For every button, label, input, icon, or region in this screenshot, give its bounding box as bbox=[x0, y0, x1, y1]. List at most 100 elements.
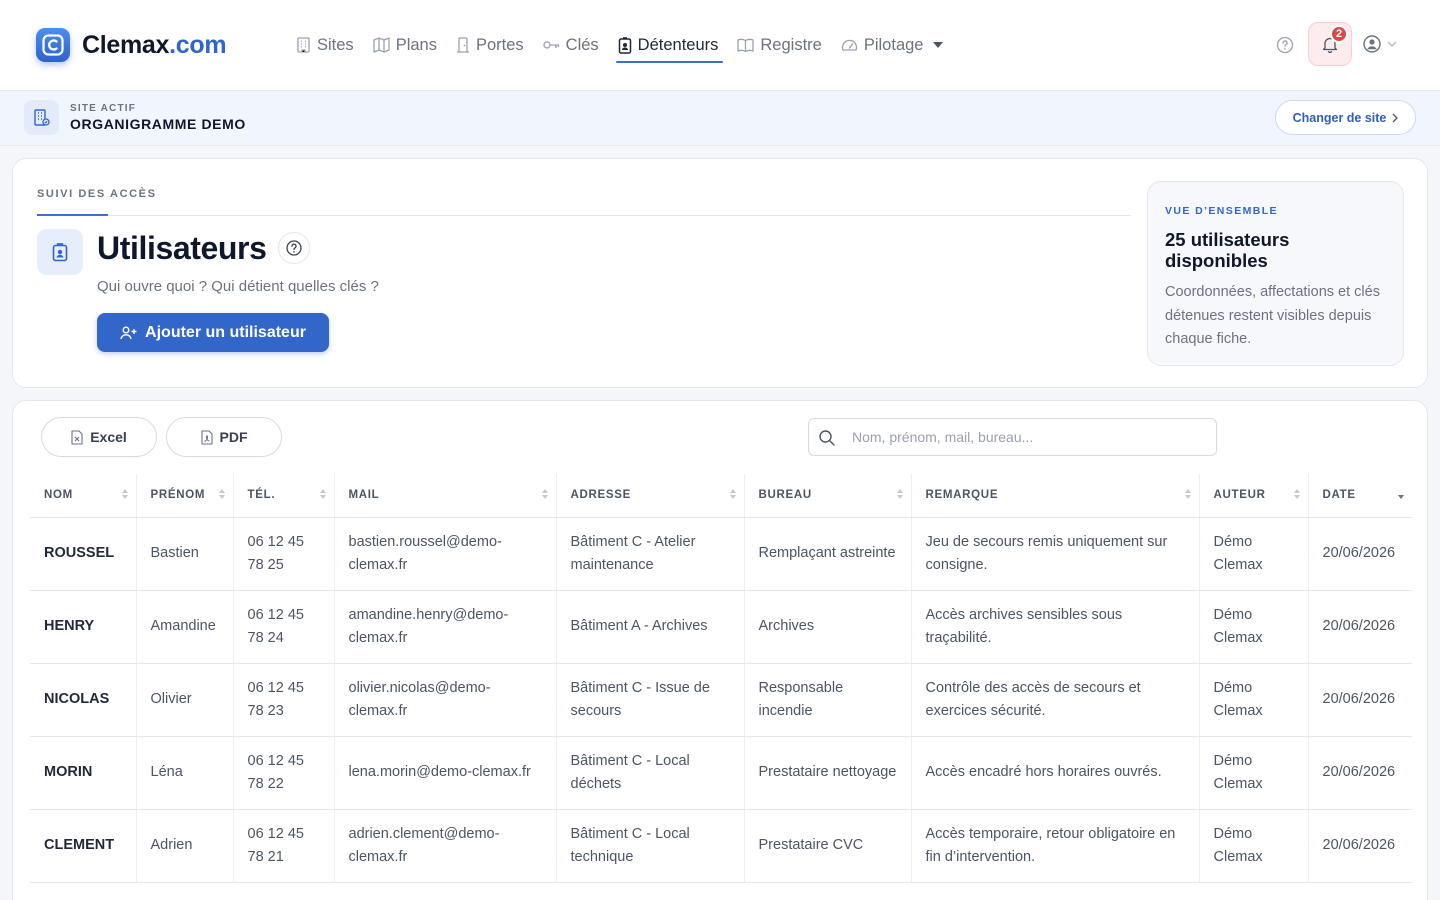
building-icon bbox=[297, 37, 310, 53]
cell-nom: NICOLAS bbox=[30, 663, 136, 737]
col-header-date[interactable]: DATE bbox=[1307, 474, 1412, 518]
site-building-icon bbox=[24, 100, 59, 135]
table-row[interactable]: ROUSSEL Bastien 06 12 45 78 25 bastien.r… bbox=[30, 517, 1412, 591]
overview-title: 25 utilisateurs disponibles bbox=[1165, 229, 1290, 271]
chevron-right-icon bbox=[1392, 113, 1399, 122]
col-header-auteur[interactable]: AUTEUR bbox=[1198, 474, 1308, 518]
cell-bureau: Prestataire nettoyage bbox=[743, 736, 911, 810]
cell-remarque: Jeu de secours remis uniquement sur cons… bbox=[910, 517, 1199, 591]
cell-nom: HENRY bbox=[30, 590, 136, 664]
overview-kicker: VUE D’ENSEMBLE bbox=[1165, 205, 1278, 217]
gauge-icon bbox=[841, 39, 857, 51]
user-menu-button[interactable] bbox=[1362, 34, 1397, 54]
active-site-bar: SITE ACTIF ORGANIGRAMME DEMO Changer de … bbox=[0, 91, 1440, 146]
door-icon bbox=[456, 37, 469, 53]
clemax-logo-icon bbox=[36, 28, 70, 62]
cell-nom: MORIN bbox=[30, 736, 136, 810]
col-header-mail[interactable]: MAIL bbox=[333, 474, 556, 518]
cell-remarque: Contrôle des accès de secours et exercic… bbox=[910, 663, 1199, 737]
cell-bureau: Responsable incendie bbox=[743, 663, 911, 737]
cell-adresse: Bâtiment C - Issue de secours bbox=[555, 663, 744, 737]
cell-adresse: Bâtiment C - Atelier maintenance bbox=[555, 517, 744, 591]
cell-tel: 06 12 45 78 24 bbox=[232, 590, 334, 664]
cell-prenom: Olivier bbox=[135, 663, 233, 737]
cell-remarque: Accès encadré hors horaires ouvrés. bbox=[910, 736, 1199, 810]
users-table: NOM PRÉNOM TÉL. MAIL ADRESSE BUREAU REMA… bbox=[30, 474, 1412, 883]
nav-registre[interactable]: Registre bbox=[737, 33, 822, 57]
add-user-button[interactable]: Ajouter un utilisateur bbox=[97, 313, 329, 352]
sort-icon bbox=[1293, 489, 1300, 501]
cell-remarque: Accès archives sensibles sous traçabilit… bbox=[910, 590, 1199, 664]
table-row[interactable]: MORIN Léna 06 12 45 78 22 lena.morin@dem… bbox=[30, 736, 1412, 810]
table-row[interactable]: CLEMENT Adrien 06 12 45 78 21 adrien.cle… bbox=[30, 809, 1412, 883]
excel-file-icon bbox=[71, 429, 83, 445]
badge-icon bbox=[618, 36, 631, 54]
users-badge-icon bbox=[37, 229, 83, 275]
col-header-nom[interactable]: NOM bbox=[30, 474, 136, 518]
brand-logo[interactable]: Clemax.com bbox=[36, 28, 227, 62]
search-input[interactable] bbox=[852, 419, 1207, 455]
nav-plans[interactable]: Plans bbox=[373, 33, 437, 57]
pdf-file-icon bbox=[200, 429, 213, 445]
cell-date: 20/06/2026 bbox=[1307, 590, 1412, 664]
cell-tel: 06 12 45 78 22 bbox=[232, 736, 334, 810]
user-plus-icon bbox=[120, 326, 137, 339]
cell-mail: olivier.nicolas@demo-clemax.fr bbox=[333, 663, 556, 737]
cell-prenom: Bastien bbox=[135, 517, 233, 591]
cell-date: 20/06/2026 bbox=[1307, 517, 1412, 591]
cell-mail: adrien.clement@demo-clemax.fr bbox=[333, 809, 556, 883]
col-header-tel[interactable]: TÉL. bbox=[232, 474, 334, 518]
kicker-divider bbox=[37, 214, 1131, 216]
sort-icon bbox=[729, 489, 736, 501]
page-subtitle: Qui ouvre quoi ? Qui détient quelles clé… bbox=[97, 278, 379, 295]
cell-mail: amandine.henry@demo-clemax.fr bbox=[333, 590, 556, 664]
cell-prenom: Adrien bbox=[135, 809, 233, 883]
cell-bureau: Remplaçant astreinte bbox=[743, 517, 911, 591]
map-icon bbox=[373, 37, 390, 53]
cell-auteur: Démo Clemax bbox=[1198, 809, 1308, 883]
change-site-button[interactable]: Changer de site bbox=[1275, 100, 1416, 135]
nav-cles[interactable]: Clés bbox=[543, 33, 599, 57]
export-excel-button[interactable]: Excel bbox=[41, 417, 157, 457]
sort-icon bbox=[896, 489, 903, 501]
col-header-bureau[interactable]: BUREAU bbox=[743, 474, 911, 518]
cell-prenom: Amandine bbox=[135, 590, 233, 664]
col-header-adresse[interactable]: ADRESSE bbox=[555, 474, 744, 518]
search-box bbox=[808, 418, 1217, 456]
brand-name: Clemax.com bbox=[82, 30, 227, 59]
sort-icon bbox=[121, 489, 128, 501]
table-header-row: NOM PRÉNOM TÉL. MAIL ADRESSE BUREAU REMA… bbox=[30, 474, 1412, 518]
col-header-remarque[interactable]: REMARQUE bbox=[910, 474, 1199, 518]
cell-date: 20/06/2026 bbox=[1307, 809, 1412, 883]
cell-adresse: Bâtiment C - Local déchets bbox=[555, 736, 744, 810]
nav-detenteurs[interactable]: Détenteurs bbox=[615, 33, 724, 63]
cell-bureau: Prestataire CVC bbox=[743, 809, 911, 883]
table-row[interactable]: NICOLAS Olivier 06 12 45 78 23 olivier.n… bbox=[30, 663, 1412, 737]
cell-tel: 06 12 45 78 21 bbox=[232, 809, 334, 883]
active-site-label: SITE ACTIF bbox=[70, 103, 137, 114]
nav-pilotage[interactable]: Pilotage bbox=[841, 33, 950, 57]
users-table-card: Excel PDF NOM PRÉNOM TÉL. MAIL ADRESSE B… bbox=[12, 400, 1428, 900]
page-header-card: SUIVI DES ACCÈS Utilisateurs Qui ouvre q… bbox=[12, 158, 1428, 388]
overview-panel: VUE D’ENSEMBLE 25 utilisateurs disponibl… bbox=[1147, 181, 1404, 366]
col-header-prenom[interactable]: PRÉNOM bbox=[135, 474, 233, 518]
sort-desc-icon bbox=[1398, 489, 1404, 501]
question-circle-icon bbox=[1276, 36, 1294, 54]
page-title: Utilisateurs bbox=[97, 230, 267, 266]
cell-prenom: Léna bbox=[135, 736, 233, 810]
cell-mail: lena.morin@demo-clemax.fr bbox=[333, 736, 556, 810]
key-icon bbox=[543, 41, 559, 49]
search-icon bbox=[819, 430, 835, 446]
cell-auteur: Démo Clemax bbox=[1198, 517, 1308, 591]
cell-tel: 06 12 45 78 23 bbox=[232, 663, 334, 737]
title-help-button[interactable] bbox=[278, 232, 310, 264]
table-row[interactable]: HENRY Amandine 06 12 45 78 24 amandine.h… bbox=[30, 590, 1412, 664]
nav-sites[interactable]: Sites bbox=[296, 33, 354, 57]
notification-count-badge: 2 bbox=[1330, 25, 1348, 43]
notifications-button[interactable]: 2 bbox=[1308, 22, 1352, 66]
cell-auteur: Démo Clemax bbox=[1198, 663, 1308, 737]
nav-portes[interactable]: Portes bbox=[456, 33, 524, 57]
cell-adresse: Bâtiment C - Local technique bbox=[555, 809, 744, 883]
export-pdf-button[interactable]: PDF bbox=[166, 417, 282, 457]
help-button[interactable] bbox=[1275, 35, 1295, 55]
